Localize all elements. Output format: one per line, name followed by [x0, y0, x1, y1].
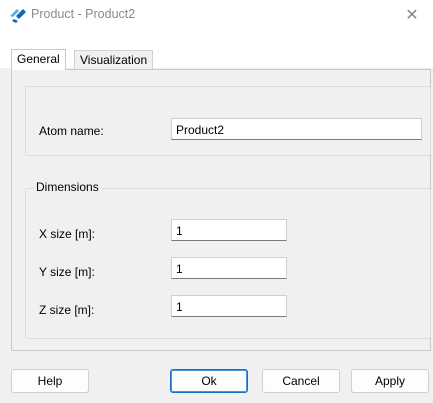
ok-button[interactable]: Ok	[170, 369, 248, 393]
tab-visualization[interactable]: Visualization	[74, 50, 154, 70]
general-tab-page: Atom name: Dimensions X size [m]: Y size…	[11, 69, 431, 351]
atom-name-input[interactable]	[171, 118, 422, 140]
close-icon: ✕	[405, 7, 419, 24]
atom-group: Atom name:	[25, 86, 431, 156]
apply-button[interactable]: Apply	[351, 369, 429, 393]
y-size-label: Y size [m]:	[39, 265, 95, 279]
dimensions-group: Dimensions X size [m]: Y size [m]: Z siz…	[25, 180, 431, 339]
product-dialog: Product - Product2 ✕ General Visualizati…	[0, 0, 433, 403]
app-logo-icon	[10, 9, 26, 23]
close-button[interactable]: ✕	[399, 3, 425, 27]
atom-name-label: Atom name:	[39, 124, 104, 138]
z-size-input[interactable]	[171, 295, 287, 317]
cancel-button[interactable]: Cancel	[262, 369, 340, 393]
z-size-label: Z size [m]:	[39, 303, 95, 317]
y-size-input[interactable]	[171, 257, 287, 279]
x-size-input[interactable]	[171, 219, 287, 241]
window-title: Product - Product2	[31, 7, 136, 21]
help-button[interactable]: Help	[11, 369, 89, 393]
tab-general[interactable]: General	[11, 49, 66, 70]
dimensions-group-title: Dimensions	[34, 180, 102, 194]
title-bar[interactable]: Product - Product2 ✕	[0, 0, 433, 30]
x-size-label: X size [m]:	[39, 227, 96, 241]
